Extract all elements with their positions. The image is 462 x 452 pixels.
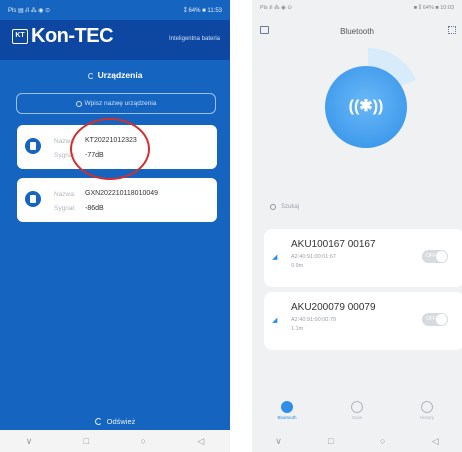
device-distance: 0.9m: [291, 263, 304, 269]
search-placeholder: Szukaj: [281, 204, 300, 210]
connect-toggle[interactable]: OFF: [422, 250, 448, 263]
devices-heading-text: Urządzenia: [97, 70, 143, 80]
system-nav-bar: ∨ □ ○ ◁: [252, 430, 462, 452]
device-card[interactable]: Nazwa: GXN202210118010049 Sygnał: -86dB: [17, 178, 217, 222]
status-battery-time: ⁑ 64% ■ 11:53: [183, 7, 222, 14]
search-icon: [270, 204, 276, 210]
tab-bluetooth[interactable]: Bluetooth: [267, 398, 307, 430]
status-icons-left: Pls ᵢll ⁂ ◉ ⊙: [260, 5, 292, 11]
bluetooth-app-screen: Pls ᵢll ⁂ ◉ ⊙ ■ ⁑ 64% ■ 10:03 Bluetooth …: [252, 0, 462, 452]
scan-icon[interactable]: [448, 26, 456, 34]
status-icons-left: Pls ▤ ᵢll ⁂ ◉ ⊙: [8, 7, 51, 14]
bluetooth-tab-icon: [281, 401, 293, 413]
tab-scan[interactable]: Scan: [337, 398, 377, 430]
app-header: KT Kon-TEC Inteligentna bateria: [0, 20, 230, 60]
bluetooth-icon: ((✱)): [348, 98, 384, 115]
nav-recents-icon[interactable]: □: [328, 436, 333, 446]
battery-device-icon: [25, 138, 41, 154]
tab-label: Bluetooth: [277, 415, 297, 420]
refresh-button[interactable]: Odśwież: [0, 417, 230, 426]
bottom-tab-bar: Bluetooth Scan History: [252, 398, 462, 430]
device-mac: A2:40:91:00:01:67: [291, 254, 336, 260]
app-tagline: Inteligentna bateria: [168, 36, 220, 42]
nav-home-icon[interactable]: ○: [141, 436, 146, 446]
signal-strength-icon: ◢: [272, 317, 278, 324]
tab-label: Scan: [351, 415, 363, 420]
device-mac: A2:40:91:00:00:79: [291, 317, 336, 323]
app-header: Bluetooth: [252, 20, 462, 42]
search-icon: [75, 100, 82, 107]
status-bar: Pls ᵢll ⁂ ◉ ⊙ ■ ⁑ 64% ■ 10:03: [252, 0, 462, 16]
status-bar: Pls ▤ ᵢll ⁂ ◉ ⊙ ⁑ 64% ■ 11:53: [0, 0, 230, 20]
nav-back-icon[interactable]: ◁: [197, 436, 204, 447]
device-search-input[interactable]: Wpisz nazwę urządzenia: [16, 93, 216, 114]
history-tab-icon: [421, 401, 433, 413]
refresh-icon: [94, 418, 102, 425]
system-nav-bar: ∨ □ ○ ◁: [0, 430, 230, 452]
loading-spinner-icon: [87, 73, 94, 79]
search-input[interactable]: Szukaj: [266, 198, 456, 220]
device-signal-label: Sygnał:: [54, 205, 76, 212]
app-logo: Kon-TEC: [31, 25, 114, 47]
bluetooth-device-card[interactable]: ◢ AKU100167 00167 A2:40:91:00:01:67 0.9m…: [264, 229, 462, 287]
device-name-label: Nazwa:: [54, 191, 76, 198]
nav-recents-icon[interactable]: □: [84, 436, 89, 446]
search-placeholder: Wpisz nazwę urządzenia: [84, 100, 157, 107]
tab-history[interactable]: History: [407, 398, 447, 430]
scan-tab-icon: [351, 401, 363, 413]
bluetooth-device-card[interactable]: ◢ AKU200079 00079 A2:40:91:00:00:79 1.1m…: [264, 292, 462, 350]
kontec-app-screen: Pls ▤ ᵢll ⁂ ◉ ⊙ ⁑ 64% ■ 11:53 KT Kon-TEC…: [0, 0, 230, 452]
device-name: GXN202210118010049: [85, 190, 159, 197]
nav-back-icon[interactable]: ◁: [432, 436, 439, 447]
device-name: AKU200079 00079: [291, 302, 376, 313]
signal-strength-icon: ◢: [272, 254, 278, 261]
connect-toggle[interactable]: OFF: [422, 313, 448, 326]
refresh-label: Odśwież: [106, 417, 136, 426]
devices-heading: Urządzenia: [0, 70, 230, 80]
kontec-logo-icon: KT: [12, 29, 28, 44]
battery-device-icon: [25, 191, 41, 207]
tab-label: History: [419, 415, 434, 420]
nav-home-icon[interactable]: ○: [380, 436, 385, 446]
device-name: AKU100167 00167: [291, 239, 376, 250]
nav-down-icon[interactable]: ∨: [26, 436, 33, 447]
device-signal: -86dB: [85, 205, 104, 212]
status-battery-time: ■ ⁑ 64% ■ 10:03: [413, 5, 454, 11]
device-distance: 1.1m: [291, 326, 304, 332]
highlight-circle: [70, 118, 150, 180]
nav-down-icon[interactable]: ∨: [275, 436, 282, 447]
page-title: Bluetooth: [340, 27, 374, 36]
